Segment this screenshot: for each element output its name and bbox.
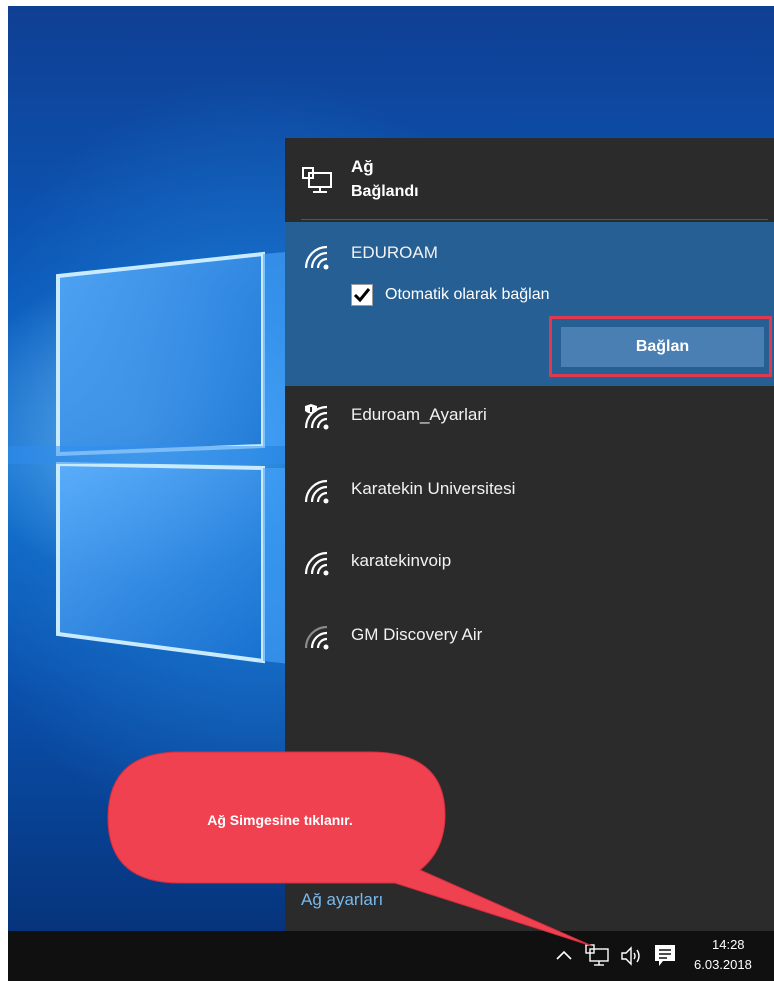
connect-button[interactable]: Bağlan	[561, 327, 764, 367]
network-icon[interactable]	[585, 944, 611, 968]
network-name: GM Discovery Air	[351, 625, 483, 644]
network-settings-link[interactable]: Ağ ayarları	[301, 890, 383, 910]
network-monitor-icon	[302, 167, 332, 193]
header-divider	[301, 219, 768, 220]
network-name: Karatekin Universitesi	[351, 479, 516, 498]
network-list-item[interactable]: GM Discovery Air	[285, 608, 774, 668]
callout-text: Ağ Simgesine tıklanır.	[207, 812, 353, 828]
network-name: karatekinvoip	[351, 551, 452, 570]
volume-icon[interactable]	[620, 945, 644, 967]
auto-connect-label[interactable]: Otomatik olarak bağlan	[385, 286, 550, 304]
checkmark-icon	[353, 288, 371, 303]
wifi-icon	[304, 245, 329, 270]
selected-network-panel[interactable]: EDUROAM Otomatik olarak bağlan Bağlan	[285, 222, 774, 386]
network-list-item[interactable]: Eduroam_Ayarlari	[285, 386, 774, 446]
clock-date[interactable]: 6.03.2018	[694, 957, 752, 972]
selected-network-name: EDUROAM	[351, 243, 438, 262]
network-name: Eduroam_Ayarlari	[351, 405, 487, 424]
network-list-item[interactable]: Karatekin Universitesi	[285, 460, 774, 520]
action-center-icon[interactable]	[654, 944, 676, 968]
network-list-item[interactable]: karatekinvoip	[285, 534, 774, 594]
network-title: Ağ	[351, 157, 374, 176]
taskbar: 14:28 6.03.2018	[8, 931, 774, 981]
network-status-header[interactable]: Ağ Bağlandı	[285, 138, 774, 218]
wifi-icon	[304, 551, 329, 576]
chevron-up-icon[interactable]	[556, 949, 572, 961]
wifi-weak-icon	[304, 625, 329, 650]
network-status: Bağlandı	[351, 183, 419, 200]
clock-time[interactable]: 14:28	[712, 937, 745, 952]
wifi-secured-icon	[304, 404, 329, 430]
wifi-icon	[304, 479, 329, 504]
auto-connect-checkbox[interactable]	[351, 284, 373, 306]
